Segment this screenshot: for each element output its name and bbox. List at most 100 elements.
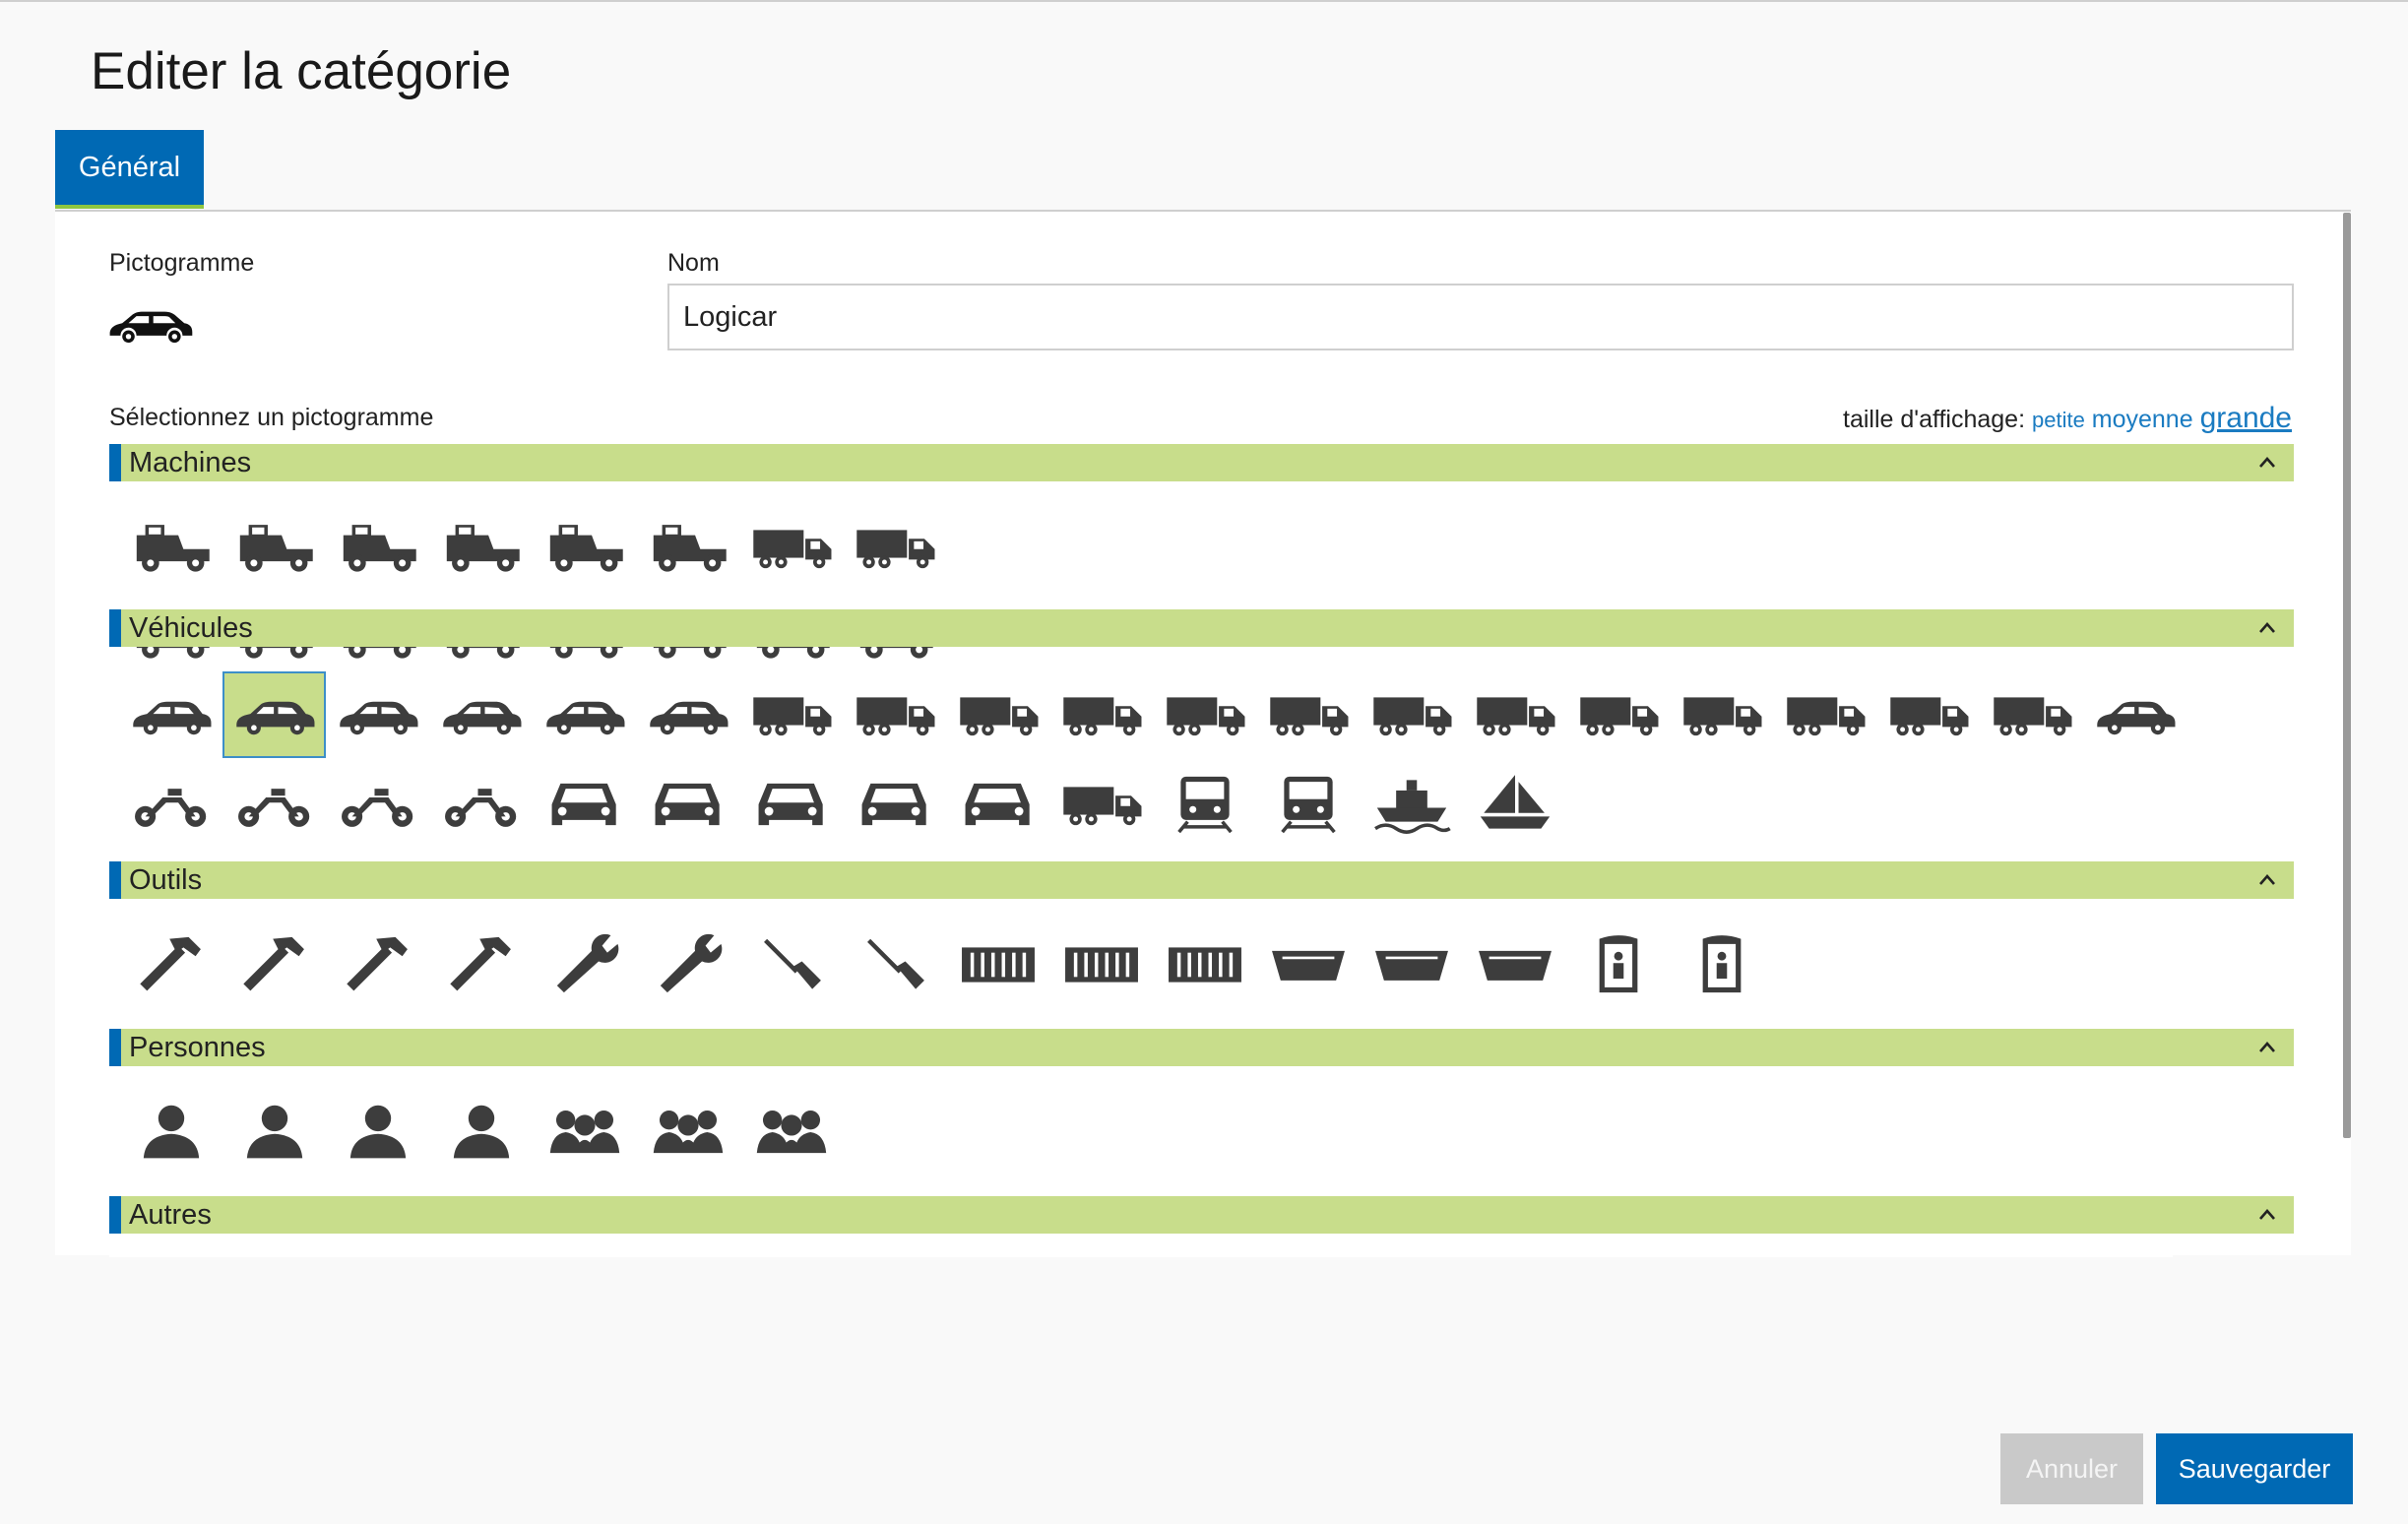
chevron-up-icon[interactable] (2258, 871, 2276, 889)
pictogram-option-car-front[interactable] (636, 761, 739, 848)
pictogram-option-sailboat[interactable] (1463, 761, 1566, 848)
section-header-outils[interactable]: Outils (109, 861, 2294, 899)
pictogram-option-tipper-truck[interactable] (1049, 671, 1153, 758)
pictogram-option-sledgehammer[interactable] (429, 921, 533, 1008)
pictogram-option-person[interactable] (326, 1089, 429, 1175)
tanker-truck-icon (1166, 697, 1244, 736)
pictogram-option-hammer[interactable] (326, 921, 429, 1008)
pictogram-option-container-small[interactable] (1153, 921, 1256, 1008)
save-button[interactable]: Sauvegarder (2156, 1433, 2353, 1504)
pictogram-option-screwdriver[interactable] (739, 921, 843, 1008)
hammer-wrench-icon (139, 936, 201, 991)
pictogram-option-container-medium[interactable] (1049, 921, 1153, 1008)
pictogram-option-wheelchair[interactable] (119, 761, 222, 848)
pictogram-option-concrete-pump-truck[interactable] (946, 671, 1049, 758)
pictogram-option-taxi[interactable] (326, 671, 429, 758)
pictogram-option-ambulance[interactable] (2083, 671, 2186, 758)
businessman-icon (453, 1105, 509, 1159)
pictogram-option-excavator[interactable] (326, 504, 429, 591)
pictogram-option-hammer-wrench[interactable] (119, 921, 222, 1008)
pictogram-option-crane-truck[interactable] (739, 671, 843, 758)
tanker-trailer-icon (1889, 697, 1968, 736)
pictogram-option-mobile-crane[interactable] (843, 671, 946, 758)
pictogram-option-skip-open[interactable] (1360, 921, 1463, 1008)
tab-general[interactable]: Général (55, 130, 204, 209)
chevron-up-icon[interactable] (2258, 454, 2276, 472)
size-small-link[interactable]: petite (2032, 408, 2085, 432)
vertical-scrollbar[interactable] (2343, 213, 2351, 1138)
pictogram-option-group[interactable] (739, 1089, 843, 1175)
pictogram-option-locomotive[interactable] (1153, 761, 1256, 848)
pictogram-option-minivan[interactable] (533, 671, 636, 758)
pictogram-option-truck-trailer[interactable] (1773, 671, 1876, 758)
pictogram-option-tracked-loader[interactable] (843, 504, 946, 591)
pictogram-option-tow-truck[interactable] (1566, 671, 1670, 758)
section-header-machines[interactable]: Machines (109, 444, 2294, 481)
wheelchair-icon (134, 789, 206, 827)
size-medium-link[interactable]: moyenne (2092, 406, 2193, 433)
size-large-link[interactable]: grande (2200, 402, 2292, 434)
pictogram-option-wrench[interactable] (533, 921, 636, 1008)
pictogram-option-low-loader[interactable] (1670, 671, 1773, 758)
chevron-up-icon[interactable] (2258, 619, 2276, 637)
skip-small-icon (1478, 950, 1552, 981)
pictogram-option-bus-front[interactable] (843, 761, 946, 848)
pictogram-option-box-truck[interactable] (1360, 671, 1463, 758)
car-icon (132, 701, 211, 735)
section-header-vehicules[interactable]: Véhicules (109, 609, 2294, 647)
pictogram-option-three-people[interactable] (636, 1089, 739, 1175)
pictogram-option-delivery-van[interactable] (636, 671, 739, 758)
pictogram-option-tanker-trailer[interactable] (1876, 671, 1980, 758)
person-icon (349, 1105, 406, 1159)
pictogram-option-truck-front[interactable] (946, 761, 1049, 848)
pictogram-option-lorry[interactable] (1049, 761, 1153, 848)
crane-truck-icon (752, 697, 831, 736)
pictogram-option-screwdriver-alt[interactable] (843, 921, 946, 1008)
pictogram-option-skip-small[interactable] (1463, 921, 1566, 1008)
taxi-icon (339, 701, 417, 735)
display-size-label: taille d'affichage: (1843, 406, 2026, 433)
pictogram-option-taxi-front[interactable] (739, 761, 843, 848)
pictogram-option-tanker-truck[interactable] (1153, 671, 1256, 758)
pictogram-option-container-large[interactable] (946, 921, 1049, 1008)
pictogram-option-car-transporter[interactable] (1980, 671, 2083, 758)
adjustable-wrench-icon (660, 933, 722, 993)
taxi-front-icon (758, 783, 823, 826)
pictogram-option-tracked-excavator[interactable] (429, 504, 533, 591)
pictogram-option-ferry[interactable] (1360, 761, 1463, 848)
pictogram-option-businessman[interactable] (429, 1089, 533, 1175)
chevron-up-icon[interactable] (2258, 1206, 2276, 1224)
pictogram-option-two-people[interactable] (533, 1089, 636, 1175)
woman-icon (246, 1105, 302, 1159)
pictogram-option-hammer-wrench-crossed[interactable] (222, 921, 326, 1008)
pictogram-option-station-wagon[interactable] (222, 671, 326, 758)
pictogram-option-road-roller[interactable] (533, 504, 636, 591)
pictogram-option-portable-toilet[interactable] (1566, 921, 1670, 1008)
pictogram-option-recovery-truck[interactable] (1463, 671, 1566, 758)
pictogram-option-man[interactable] (119, 1089, 222, 1175)
section-header-autres[interactable]: Autres (109, 1196, 2294, 1234)
pictogram-option-train[interactable] (1256, 761, 1360, 848)
pictogram-option-adjustable-wrench[interactable] (636, 921, 739, 1008)
pictogram-option-bulldozer[interactable] (636, 504, 739, 591)
pictogram-option-car[interactable] (119, 671, 222, 758)
pictogram-option-delivery-scooter[interactable] (429, 761, 533, 848)
pictogram-option-van[interactable] (429, 671, 533, 758)
cancel-button[interactable]: Annuler (2000, 1433, 2143, 1504)
name-input[interactable] (667, 284, 2294, 350)
pictogram-option-tracked-dumper[interactable] (222, 504, 326, 591)
pictogram-option-wheel-loader[interactable] (739, 504, 843, 591)
chevron-up-icon[interactable] (2258, 1039, 2276, 1056)
pictogram-option-motorcycle[interactable] (222, 761, 326, 848)
pictogram-option-woman[interactable] (222, 1089, 326, 1175)
pictogram-option-skip[interactable] (1256, 921, 1360, 1008)
name-label: Nom (667, 249, 720, 277)
man-icon (143, 1105, 199, 1159)
section-header-personnes[interactable]: Personnes (109, 1029, 2294, 1066)
pictogram-option-portable-toilet-female[interactable] (1670, 921, 1773, 1008)
pictogram-option-scooter[interactable] (326, 761, 429, 848)
pictogram-option-dumper[interactable] (119, 504, 222, 591)
tipper-truck-icon (1062, 697, 1141, 736)
pictogram-option-small-car[interactable] (533, 761, 636, 848)
pictogram-option-flatbed-truck[interactable] (1256, 671, 1360, 758)
